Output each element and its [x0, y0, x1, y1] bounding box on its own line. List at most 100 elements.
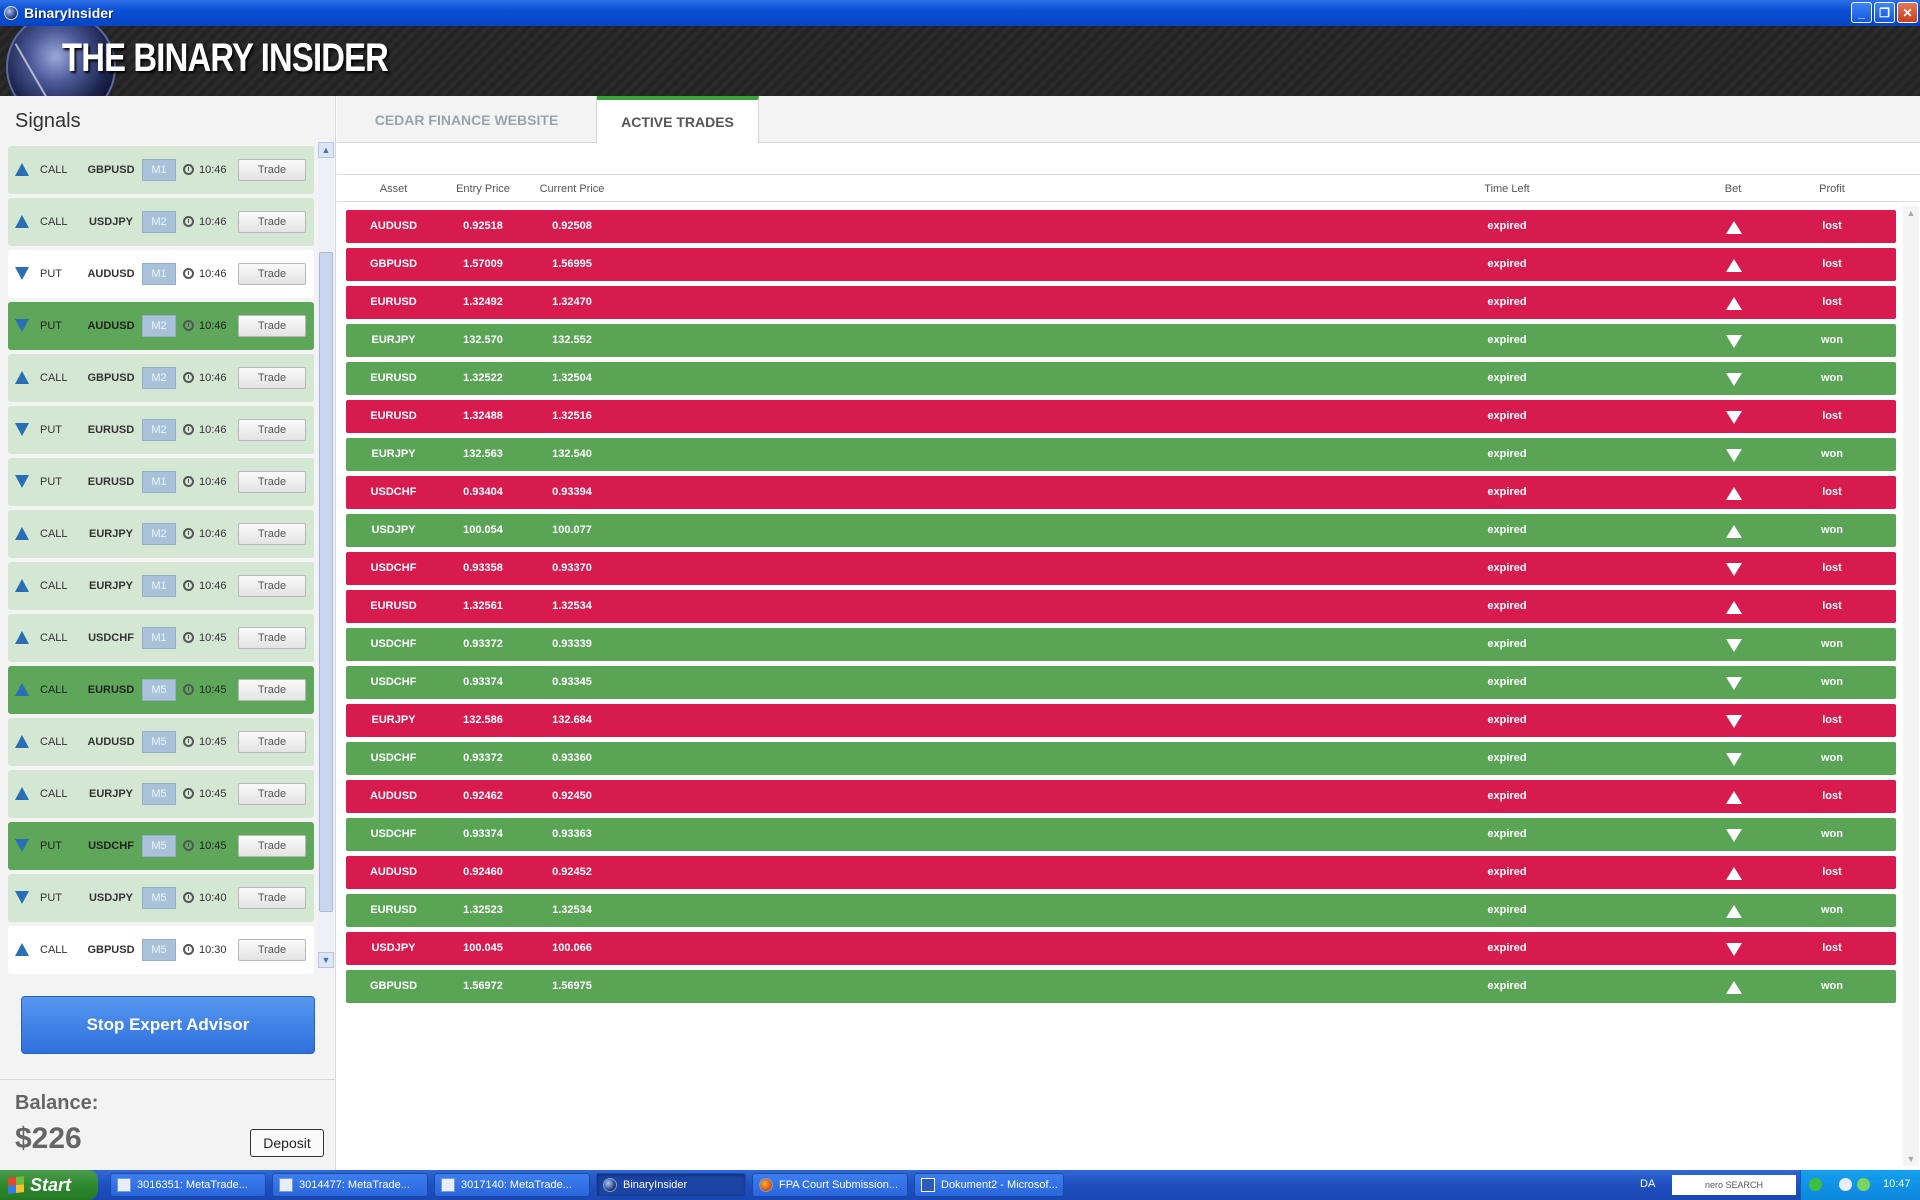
nero-search-box[interactable]: nero SEARCH: [1672, 1175, 1796, 1195]
arrow-tray-icon[interactable]: [1809, 1178, 1822, 1191]
clock-icon: [183, 788, 194, 799]
cell-asset: USDJPY: [371, 524, 416, 536]
cell-entry-price: 0.92460: [463, 866, 503, 878]
cell-current-price: 1.56995: [552, 258, 592, 270]
signal-timeframe-badge: M1: [142, 471, 176, 493]
cell-asset: USDCHF: [370, 752, 417, 764]
arrow-up-icon: [15, 579, 29, 592]
cell-asset: AUDUSD: [369, 866, 418, 878]
clock-icon: [183, 476, 194, 487]
taskbar-item-word[interactable]: Dokument2 - Microsof...: [914, 1173, 1064, 1197]
clock-icon: [183, 944, 194, 955]
trades-scrollbar[interactable]: ▲ ▼: [1903, 206, 1919, 1166]
signal-timeframe-badge: M1: [142, 575, 176, 597]
security-tray-icon[interactable]: [1857, 1178, 1870, 1191]
cell-time-left: expired: [1487, 600, 1527, 612]
scroll-down-arrow-icon[interactable]: ▼: [318, 952, 334, 968]
trade-button[interactable]: Trade: [238, 315, 306, 337]
close-button[interactable]: ✕: [1897, 2, 1918, 23]
cell-profit: lost: [1822, 486, 1842, 498]
signal-timeframe-badge: M1: [142, 263, 176, 285]
table-row: EURJPY 132.586 132.684 expired lost: [346, 704, 1896, 737]
taskbar-item-firefox[interactable]: FPA Court Submission...: [752, 1173, 908, 1197]
signals-list: CALL GBPUSD M1 10:46 Trade CALL USDJPY M2 10:46 T…: [8, 146, 314, 1066]
signal-asset: EURUSD: [87, 424, 135, 436]
cell-asset: EURUSD: [370, 600, 417, 612]
tab-active-trades[interactable]: ACTIVE TRADES: [597, 96, 759, 144]
trade-button[interactable]: Trade: [238, 627, 306, 649]
table-row: USDCHF 0.93358 0.93370 expired lost: [346, 552, 1896, 585]
trade-button[interactable]: Trade: [238, 367, 306, 389]
trade-button[interactable]: Trade: [238, 159, 306, 181]
taskbar-item-label: 3014477: MetaTrade...: [299, 1179, 410, 1191]
trade-button[interactable]: Trade: [238, 731, 306, 753]
minimize-button[interactable]: _: [1851, 2, 1872, 23]
signal-row: CALL GBPUSD M2 10:46 Trade: [8, 354, 314, 402]
signal-asset: AUDUSD: [87, 268, 135, 280]
taskbar-item-metatrader-1[interactable]: 3016351: MetaTrade...: [110, 1173, 266, 1197]
scrollbar-thumb[interactable]: [319, 252, 333, 912]
tab-cedar-finance-website[interactable]: CEDAR FINANCE WEBSITE: [337, 96, 597, 143]
signal-direction: PUT: [40, 476, 62, 488]
trade-button[interactable]: Trade: [238, 263, 306, 285]
bet-up-arrow-icon: [1726, 487, 1742, 500]
trade-button[interactable]: Trade: [238, 783, 306, 805]
taskbar-item-metatrader-3[interactable]: 3017140: MetaTrade...: [434, 1173, 590, 1197]
signal-row: CALL EURJPY M1 10:46 Trade: [8, 562, 314, 610]
trade-button[interactable]: Trade: [238, 939, 306, 961]
trade-button[interactable]: Trade: [238, 419, 306, 441]
cell-current-price: 1.32516: [552, 410, 592, 422]
scroll-up-arrow-icon[interactable]: ▲: [1903, 206, 1919, 220]
cell-time-left: expired: [1487, 752, 1527, 764]
cell-asset: EURUSD: [370, 904, 417, 916]
signal-time: 10:30: [199, 944, 227, 956]
cell-profit: won: [1821, 904, 1843, 916]
windows-logo-icon: [8, 1176, 24, 1194]
back-tray-icon[interactable]: [1839, 1178, 1852, 1191]
taskbar-item-binaryinsider[interactable]: BinaryInsider: [596, 1173, 746, 1197]
cell-entry-price: 1.56972: [463, 980, 503, 992]
language-indicator[interactable]: DA: [1640, 1178, 1655, 1190]
table-row: USDCHF 0.93374 0.93363 expired won: [346, 818, 1896, 851]
signal-row: CALL USDCHF M1 10:45 Trade: [8, 614, 314, 662]
bet-up-arrow-icon: [1726, 221, 1742, 234]
deposit-button[interactable]: Deposit: [250, 1129, 324, 1157]
trade-button[interactable]: Trade: [238, 887, 306, 909]
cell-current-price: 1.32470: [552, 296, 592, 308]
cell-profit: won: [1821, 448, 1843, 460]
arrow-up-icon: [15, 371, 29, 384]
signal-timeframe-badge: M5: [142, 939, 176, 961]
col-asset: Asset: [379, 183, 408, 195]
signal-row: PUT EURUSD M1 10:46 Trade: [8, 458, 314, 506]
scroll-up-arrow-icon[interactable]: ▲: [318, 142, 334, 158]
cell-asset: EURUSD: [370, 296, 417, 308]
trade-button[interactable]: Trade: [238, 523, 306, 545]
maximize-button[interactable]: ❐: [1874, 2, 1895, 23]
trades-panel: CEDAR FINANCE WEBSITE ACTIVE TRADES Asse…: [337, 96, 1920, 1170]
trades-table-header: Asset Entry Price Current Price Time Lef…: [337, 174, 1920, 202]
trade-button[interactable]: Trade: [238, 211, 306, 233]
clock-icon: [183, 216, 194, 227]
cell-current-price: 0.92508: [552, 220, 592, 232]
cell-time-left: expired: [1487, 638, 1527, 650]
cell-entry-price: 0.92462: [463, 790, 503, 802]
tab-bar: CEDAR FINANCE WEBSITE ACTIVE TRADES: [337, 96, 1920, 144]
stop-expert-advisor-button[interactable]: Stop Expert Advisor: [21, 996, 315, 1054]
cell-profit: lost: [1822, 296, 1842, 308]
cell-asset: EURJPY: [371, 714, 416, 726]
cell-profit: won: [1821, 752, 1843, 764]
taskbar-item-metatrader-2[interactable]: 3014477: MetaTrade...: [272, 1173, 428, 1197]
cell-time-left: expired: [1487, 562, 1527, 574]
signal-asset: GBPUSD: [87, 164, 135, 176]
signal-time: 10:46: [199, 580, 227, 592]
signals-scrollbar[interactable]: ▲ ▼: [318, 142, 334, 968]
trade-button[interactable]: Trade: [238, 471, 306, 493]
trade-button[interactable]: Trade: [238, 835, 306, 857]
trade-button[interactable]: Trade: [238, 679, 306, 701]
cell-profit: lost: [1822, 600, 1842, 612]
cell-time-left: expired: [1487, 980, 1527, 992]
signal-row: CALL GBPUSD M1 10:46 Trade: [8, 146, 314, 194]
trade-button[interactable]: Trade: [238, 575, 306, 597]
scroll-down-arrow-icon[interactable]: ▼: [1903, 1152, 1919, 1166]
start-button[interactable]: Start: [0, 1170, 98, 1200]
